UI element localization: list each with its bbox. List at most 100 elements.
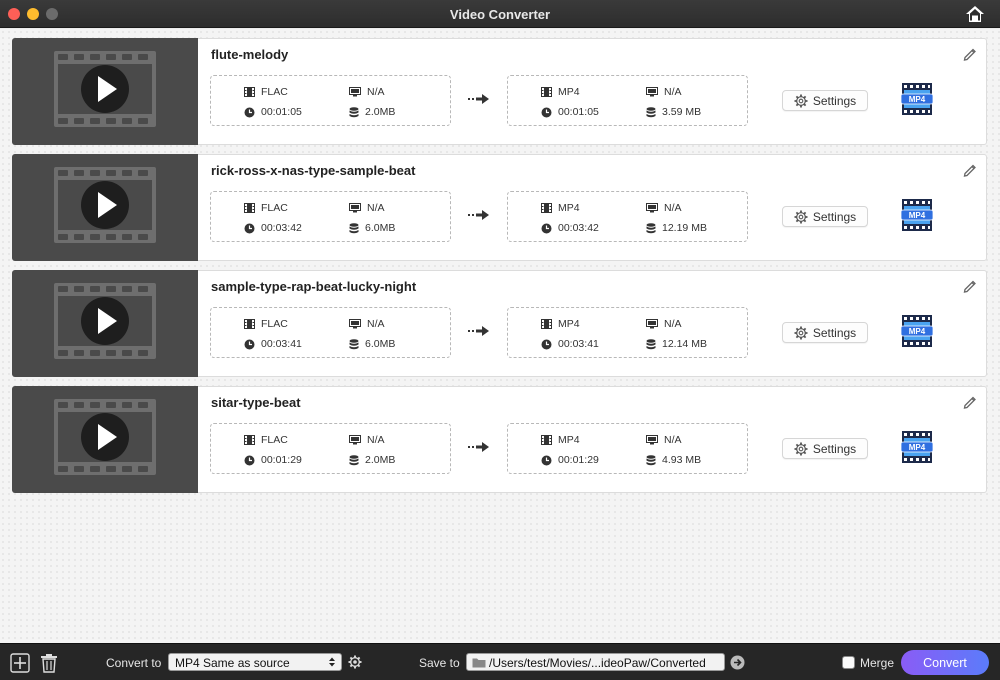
target-duration: 00:01:05 (541, 106, 599, 118)
target-resolution: N/A (646, 86, 682, 98)
clock-icon (541, 455, 552, 465)
video-thumbnail[interactable] (12, 270, 198, 377)
convert-to-label: Convert to (106, 656, 162, 670)
output-format-select[interactable]: MP4 Same as source (168, 653, 342, 671)
title-bar: Video Converter (0, 0, 1000, 28)
target-size: 12.14 MB (646, 338, 707, 350)
target-format-text: MP4 (558, 202, 580, 214)
source-size-text: 2.0MB (365, 106, 396, 118)
settings-button[interactable]: Settings (782, 322, 868, 343)
mp4-format-icon[interactable]: MP4 (901, 83, 933, 115)
target-format-text: MP4 (558, 434, 580, 446)
source-format-text: FLAC (261, 434, 288, 446)
video-thumbnail[interactable] (12, 154, 198, 261)
target-duration: 00:03:42 (541, 222, 599, 234)
target-size: 12.19 MB (646, 222, 707, 234)
source-size-text: 6.0MB (365, 222, 396, 234)
mp4-format-icon[interactable]: MP4 (901, 315, 933, 347)
database-icon (349, 454, 359, 465)
database-icon (646, 222, 656, 233)
target-duration: 00:03:41 (541, 338, 599, 350)
format-settings-gear-icon[interactable] (348, 655, 362, 669)
file-row-3[interactable]: sample-type-rap-beat-lucky-night FLAC N/… (12, 270, 987, 377)
target-size-text: 4.93 MB (662, 454, 702, 466)
source-resolution: N/A (349, 202, 385, 214)
target-format-text: MP4 (558, 318, 580, 330)
monitor-icon (646, 319, 658, 329)
settings-button-label: Settings (812, 209, 857, 224)
mp4-badge-text: MP4 (909, 211, 926, 220)
file-name: sitar-type-beat (211, 395, 301, 410)
source-resolution: N/A (349, 434, 385, 446)
target-format: MP4 (541, 434, 580, 446)
edit-pencil-icon[interactable] (962, 162, 978, 178)
video-thumbnail[interactable] (12, 38, 198, 145)
mp4-badge-text: MP4 (909, 95, 926, 104)
target-resolution: N/A (646, 434, 682, 446)
play-video-icon (54, 399, 156, 475)
source-resolution: N/A (349, 318, 385, 330)
source-resolution-text: N/A (367, 318, 385, 330)
settings-button[interactable]: Settings (782, 90, 868, 111)
database-icon (349, 338, 359, 349)
settings-button[interactable]: Settings (782, 438, 868, 459)
save-path-field[interactable]: /Users/test/Movies/...ideoPaw/Converted (466, 653, 725, 671)
target-size-text: 12.14 MB (662, 338, 707, 350)
film-icon (244, 203, 255, 213)
play-video-icon (54, 51, 156, 127)
convert-arrow-icon (468, 210, 489, 220)
clock-icon (244, 223, 255, 233)
monitor-icon (349, 87, 361, 97)
clock-icon (244, 107, 255, 117)
film-icon (541, 319, 552, 329)
database-icon (349, 222, 359, 233)
settings-button[interactable]: Settings (782, 206, 868, 227)
source-size: 6.0MB (349, 338, 395, 350)
edit-pencil-icon[interactable] (962, 394, 978, 410)
target-format: MP4 (541, 318, 580, 330)
clock-icon (541, 107, 552, 117)
file-list: flute-melody FLAC N/A 00:01:05 2.0MB MP4… (0, 29, 1000, 643)
film-icon (244, 435, 255, 445)
target-duration-text: 00:03:42 (558, 222, 599, 234)
home-button[interactable] (964, 4, 986, 24)
file-row-1[interactable]: flute-melody FLAC N/A 00:01:05 2.0MB MP4… (12, 38, 987, 145)
target-info-box: MP4 N/A 00:01:29 4.93 MB (507, 423, 748, 474)
monitor-icon (349, 319, 361, 329)
mp4-format-icon[interactable]: MP4 (901, 199, 933, 231)
database-icon (349, 106, 359, 117)
target-duration-text: 00:01:05 (558, 106, 599, 118)
gear-icon (794, 442, 808, 455)
open-folder-arrow-icon[interactable] (730, 655, 745, 670)
monitor-icon (646, 435, 658, 445)
edit-pencil-icon[interactable] (962, 278, 978, 294)
source-format-text: FLAC (261, 202, 288, 214)
bottom-toolbar: Convert to MP4 Same as source Save to /U… (0, 643, 1000, 680)
target-size: 3.59 MB (646, 106, 701, 118)
target-duration-text: 00:03:41 (558, 338, 599, 350)
source-format: FLAC (244, 318, 288, 330)
mp4-format-icon[interactable]: MP4 (901, 431, 933, 463)
convert-arrow-icon (468, 326, 489, 336)
source-resolution-text: N/A (367, 434, 385, 446)
film-icon (244, 319, 255, 329)
file-row-2[interactable]: rick-ross-x-nas-type-sample-beat FLAC N/… (12, 154, 987, 261)
target-size: 4.93 MB (646, 454, 701, 466)
trash-icon[interactable] (40, 653, 58, 673)
source-size: 2.0MB (349, 454, 395, 466)
convert-button[interactable]: Convert (901, 650, 989, 675)
monitor-icon (646, 87, 658, 97)
add-file-icon[interactable] (10, 653, 30, 673)
target-resolution-text: N/A (664, 318, 682, 330)
source-duration: 00:03:41 (244, 338, 302, 350)
save-to-label: Save to (419, 656, 460, 670)
settings-button-label: Settings (812, 325, 857, 340)
edit-pencil-icon[interactable] (962, 46, 978, 62)
video-thumbnail[interactable] (12, 386, 198, 493)
file-name: rick-ross-x-nas-type-sample-beat (211, 163, 416, 178)
clock-icon (541, 223, 552, 233)
file-row-4[interactable]: sitar-type-beat FLAC N/A 00:01:29 2.0MB (12, 386, 987, 493)
merge-checkbox[interactable] (842, 656, 855, 669)
film-icon (541, 203, 552, 213)
source-info-box: FLAC N/A 00:03:42 6.0MB (210, 191, 451, 242)
